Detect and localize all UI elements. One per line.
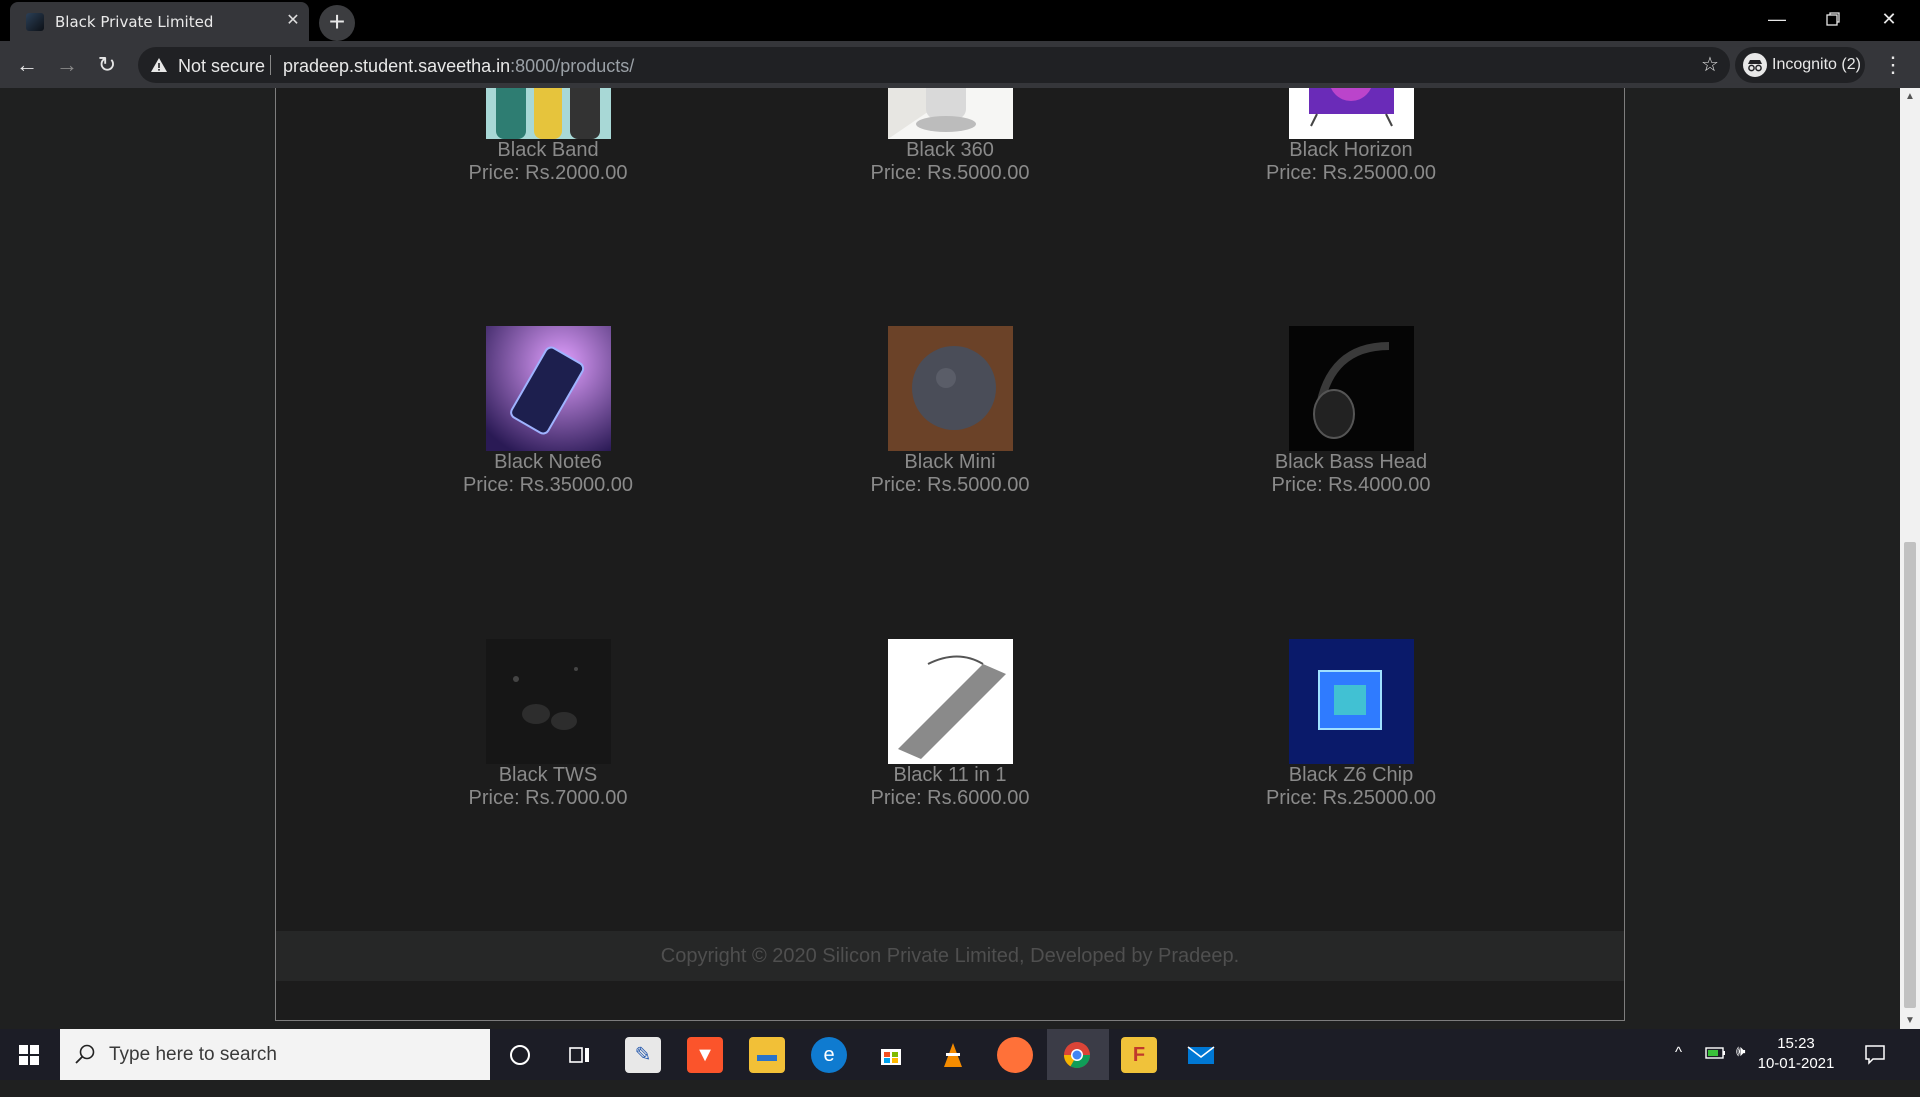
- new-tab-button[interactable]: +: [319, 5, 355, 41]
- volume-icon[interactable]: 🕪: [1736, 1043, 1745, 1094]
- product-card[interactable]: Black Mini Price: Rs.5000.00: [800, 326, 1100, 497]
- product-name: Black 11 in 1: [893, 764, 1007, 786]
- file-explorer-icon[interactable]: ▬: [749, 1037, 785, 1073]
- product-image-black-note6[interactable]: [485, 326, 611, 451]
- product-card[interactable]: Black Band Price: Rs.2000.00: [398, 88, 698, 185]
- product-image-black-bass-head[interactable]: [1288, 326, 1414, 451]
- page-viewport: Black Band Price: Rs.2000.00 Black 360 P…: [0, 88, 1900, 1029]
- back-arrow-icon[interactable]: ←: [11, 49, 43, 81]
- browser-toolbar: ← → ↻ Not secure pradeep.student.saveeth…: [0, 41, 1920, 88]
- sublime-f-app-icon[interactable]: F: [1121, 1037, 1157, 1073]
- site-favicon-icon: [26, 13, 44, 31]
- product-card[interactable]: Black Z6 Chip Price: Rs.25000.00: [1201, 639, 1501, 810]
- product-price: Price: Rs.6000.00: [870, 787, 1030, 809]
- omnibox-divider: [270, 55, 271, 75]
- scroll-thumb[interactable]: [1904, 542, 1916, 1008]
- brave-browser-icon[interactable]: ▼: [687, 1037, 723, 1073]
- close-tab-icon[interactable]: ✕: [283, 10, 303, 32]
- firefox-icon[interactable]: [997, 1037, 1033, 1073]
- mail-app-icon[interactable]: [1183, 1037, 1219, 1073]
- url-host: pradeep.student.saveetha.in: [283, 56, 511, 76]
- warning-icon: [151, 58, 167, 72]
- battery-icon[interactable]: [1705, 1046, 1727, 1097]
- product-price: Price: Rs.2000.00: [468, 162, 628, 184]
- browser-menu-icon[interactable]: ⋮: [1878, 49, 1908, 81]
- product-price: Price: Rs.4000.00: [1271, 474, 1431, 496]
- product-image-black-z6-chip[interactable]: [1288, 639, 1414, 764]
- search-icon: [75, 1044, 95, 1064]
- product-name: Black Bass Head: [1274, 451, 1428, 473]
- product-price: Price: Rs.25000.00: [1265, 162, 1437, 184]
- products-container: Black Band Price: Rs.2000.00 Black 360 P…: [275, 88, 1625, 1021]
- product-name: Black Horizon: [1289, 139, 1413, 161]
- clock-time: 15:23: [1777, 1035, 1815, 1052]
- product-card[interactable]: Black Note6 Price: Rs.35000.00: [398, 326, 698, 497]
- product-image-black-mini[interactable]: [887, 326, 1013, 451]
- forward-arrow-icon[interactable]: →: [51, 49, 83, 81]
- product-name: Black TWS: [498, 764, 598, 786]
- close-window-icon[interactable]: ✕: [1861, 0, 1917, 38]
- scroll-down-arrow-icon[interactable]: ▼: [1900, 1012, 1920, 1029]
- product-image-black-band[interactable]: [485, 88, 611, 139]
- product-image-black-tws[interactable]: [485, 639, 611, 764]
- clock-date: 10-01-2021: [1757, 1055, 1835, 1072]
- product-price: Price: Rs.5000.00: [870, 162, 1030, 184]
- task-view-icon[interactable]: [562, 1037, 598, 1073]
- cortana-icon[interactable]: [502, 1037, 538, 1073]
- product-card[interactable]: Black 11 in 1 Price: Rs.6000.00: [800, 639, 1100, 810]
- minimize-icon[interactable]: —: [1749, 0, 1805, 38]
- product-name: Black Mini: [904, 451, 996, 473]
- product-price: Price: Rs.25000.00: [1265, 787, 1437, 809]
- product-image-black-horizon[interactable]: [1288, 88, 1414, 139]
- product-name: Black Z6 Chip: [1288, 764, 1414, 786]
- search-placeholder: Type here to search: [109, 1044, 277, 1065]
- bookmark-star-icon[interactable]: ☆: [1698, 53, 1722, 77]
- incognito-profile-button[interactable]: Incognito (2): [1735, 47, 1865, 83]
- restore-icon[interactable]: [1805, 0, 1861, 38]
- windows-taskbar: Type here to search ✎ ▼ ▬ e F ^ 🕪 15:23 …: [0, 1029, 1920, 1080]
- scroll-up-arrow-icon[interactable]: ▲: [1900, 88, 1920, 105]
- product-card[interactable]: Black TWS Price: Rs.7000.00: [398, 639, 698, 810]
- product-price: Price: Rs.5000.00: [870, 474, 1030, 496]
- vlc-player-icon[interactable]: [935, 1037, 971, 1073]
- microsoft-store-icon[interactable]: [873, 1037, 909, 1073]
- incognito-icon: [1743, 53, 1767, 77]
- product-name: Black Band: [497, 139, 599, 161]
- page-scrollbar[interactable]: ▲ ▼: [1900, 88, 1920, 1029]
- product-image-black-11-in-1[interactable]: [887, 639, 1013, 764]
- product-card[interactable]: Black Bass Head Price: Rs.4000.00: [1201, 326, 1501, 497]
- product-image-black-360[interactable]: [887, 88, 1013, 139]
- action-center-icon[interactable]: [1863, 1042, 1887, 1066]
- incognito-label: Incognito (2): [1772, 56, 1861, 73]
- windows-start-button[interactable]: [0, 1029, 60, 1080]
- product-name: Black Note6: [494, 451, 602, 473]
- tab-title: Black Private Limited: [55, 13, 214, 31]
- product-card[interactable]: Black Horizon Price: Rs.25000.00: [1201, 88, 1501, 185]
- notepad-app-icon[interactable]: ✎: [625, 1037, 661, 1073]
- reload-icon[interactable]: ↻: [91, 49, 123, 81]
- not-secure-label[interactable]: Not secure: [178, 56, 265, 77]
- browser-tab-strip: Black Private Limited ✕ + — ✕: [0, 0, 1920, 41]
- url-path: :8000/products/: [510, 56, 635, 76]
- page-footer: Copyright © 2020 Silicon Private Limited…: [276, 931, 1624, 981]
- product-price: Price: Rs.35000.00: [462, 474, 634, 496]
- taskbar-search-input[interactable]: Type here to search: [60, 1029, 490, 1080]
- taskbar-clock[interactable]: 15:23 10-01-2021: [1756, 1034, 1836, 1074]
- address-bar[interactable]: Not secure pradeep.student.saveetha.in:8…: [138, 47, 1730, 83]
- product-card[interactable]: Black 360 Price: Rs.5000.00: [800, 88, 1100, 185]
- product-name: Black 360: [906, 139, 994, 161]
- edge-browser-icon[interactable]: e: [811, 1037, 847, 1073]
- show-hidden-icons-icon[interactable]: ^: [1675, 1044, 1682, 1095]
- chrome-browser-icon[interactable]: [1059, 1037, 1095, 1073]
- url-text[interactable]: pradeep.student.saveetha.in:8000/product…: [283, 56, 634, 77]
- product-price: Price: Rs.7000.00: [468, 787, 628, 809]
- browser-tab[interactable]: Black Private Limited ✕: [10, 2, 309, 41]
